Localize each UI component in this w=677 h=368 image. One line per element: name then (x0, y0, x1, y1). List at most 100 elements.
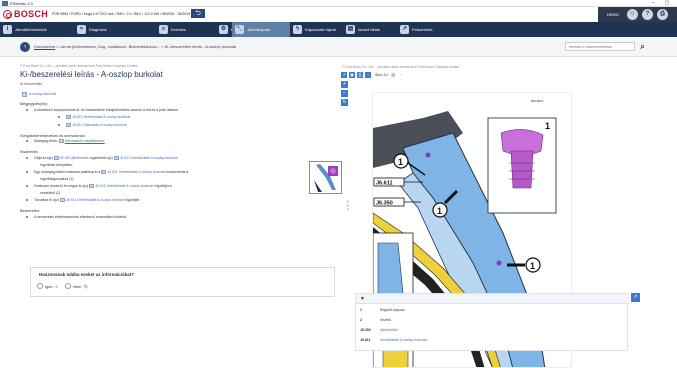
search-icon[interactable]: ⌕ (637, 41, 648, 52)
rotate-icon[interactable]: ↻ (341, 99, 348, 106)
callout-number: 1 (398, 157, 403, 167)
legend-key: J6.350 (360, 328, 371, 332)
install-text: A beszerelés értelemszerűen ellenkező so… (34, 215, 127, 219)
back-arrow-icon[interactable]: ‹ (20, 42, 30, 52)
nav-label: Felszerelés (412, 27, 433, 32)
vehicle-info: FOR 9962 / FORD / Kuga 2.0 TDCi 4x4 / 2M… (52, 12, 203, 16)
document-icon (113, 156, 119, 161)
legend-row[interactable]: J6.611 Vezetőoldali A-oszlop burkolat. (360, 338, 428, 342)
thumbs-down-icon: ☹ (83, 283, 88, 289)
note-ref[interactable]: J6.611 Vezetőoldali A-oszlop burkolat (58, 115, 130, 120)
clip-body (510, 150, 534, 189)
app-header: BOSCH FOR 9962 / FORD / Kuga 2.0 TDCi 4x… (0, 7, 677, 22)
step-item: Egy műanyag ékkel óvatosan pattintsa ki … (26, 170, 188, 175)
step-text: rögzítéseit a(z) (89, 156, 113, 160)
document-icon (66, 115, 71, 120)
step-ref[interactable]: J6.611 Vezetőoldali A-oszlop burkolat (107, 170, 165, 174)
print-icon[interactable]: ⎙ (357, 71, 363, 78)
step-ref[interactable]: J6.611 Vezetőoldali A-oszlop burkolat (66, 198, 124, 202)
expand-icon[interactable]: ↗ (631, 293, 640, 302)
nav-label: Javítóknyvek (247, 27, 271, 32)
breadcrumb-bar: ‹ Karosszéria > Lármá jelzőrendszer, Dug… (0, 37, 677, 57)
step-ref[interactable]: J6.611 Vezetőoldali A-oszlop burkolat (120, 156, 178, 160)
step-continuation: vezetőből (2). (40, 191, 62, 195)
legend-value: Ajtótömítés. (380, 328, 399, 332)
bullet-icon (26, 199, 28, 202)
tools-item: Műanyag ékek: Információk megtekintése (26, 139, 105, 144)
legend-header: ▼ (356, 294, 629, 304)
feedback-yes-label: Igen (45, 283, 53, 289)
part-label: J6.611 (376, 181, 393, 187)
info-icon: i (3, 25, 12, 34)
back-button[interactable]: ⮌ (191, 9, 205, 18)
expand-icon[interactable]: ↗ (341, 71, 347, 78)
bullet-icon (26, 140, 28, 143)
nav-repair-manuals[interactable]: 🔧 Javítóknyvek (232, 22, 290, 37)
breadcrumb-link[interactable]: Karosszéria (34, 44, 55, 49)
help-icon[interactable]: ? (642, 9, 653, 20)
document-panel: © Ford Motor Co., Ltd. -- provided under… (20, 62, 342, 368)
bullet-icon (58, 124, 60, 127)
bullet-icon (26, 157, 28, 160)
viewer-copyright: © Ford Motor Co., Ltd. -- provided under… (342, 65, 461, 69)
zoom-out-icon[interactable]: − (341, 90, 348, 97)
feedback-yes[interactable]: Igen ☺ (37, 283, 59, 289)
nav-search[interactable]: ⌕ Keresés (156, 22, 214, 37)
window-titlebar: ESItronic 2.0 – ▢ (0, 0, 677, 7)
nav-known-faults[interactable]: ▤ Ismert hibák (343, 22, 395, 37)
radio-yes[interactable] (37, 283, 43, 289)
step-ref[interactable]: J6.350 Ajtótömítés (60, 156, 89, 160)
step-text: rögzítőjét. (124, 198, 141, 202)
nav-label: Ismert hibák (358, 27, 380, 32)
legend-row[interactable]: J6.350 Ajtótömítés. (360, 328, 398, 332)
nav-equipment[interactable]: ↗ Felszerelés (397, 22, 449, 37)
component-tag[interactable]: A-oszlop burkolat (22, 91, 56, 97)
document-icon (58, 139, 64, 144)
section-subtitle: Ki-/beszerelés (20, 82, 43, 86)
fit-icon[interactable]: ▣ (349, 71, 355, 78)
user-icon[interactable]: ☺ (627, 9, 638, 20)
maximize-button[interactable]: ▢ (662, 0, 672, 7)
note-ref[interactable]: J6.612 Utasoldali A-oszlop burkolat (58, 123, 127, 128)
callout-number: 1 (437, 206, 442, 216)
section-installation: Beszerelés: (20, 209, 40, 213)
minimize-button[interactable]: – (648, 0, 658, 7)
main-navigation: i Járműinformációk ≈ Diagnózis ⌕ Keresés… (0, 22, 677, 37)
note-ref-label: J6.612 Utasoldali A-oszlop burkolat (72, 123, 127, 127)
step-text: Távolítsa el a(z) (34, 198, 59, 202)
feedback-no-label: Nem (73, 283, 82, 289)
legend-row: 2 Vezető. (360, 318, 392, 322)
tools-info-link[interactable]: Információk megtekintése (65, 139, 105, 143)
note-text: A következő komponensek ki- és beszerelé… (34, 108, 179, 112)
page-title: Ki-/beszerelési leírás - A-oszlop burkol… (20, 70, 163, 79)
search-input[interactable] (565, 42, 635, 51)
step-ref[interactable]: J6.611 Vezetőoldali A-oszlop burkolat (95, 184, 153, 188)
zoom-in-icon[interactable]: + (341, 81, 348, 88)
legend-value: Rögzítő-kapocs. (380, 308, 406, 312)
nav-diagnosis[interactable]: ≈ Diagnózis (74, 22, 154, 37)
bullet-icon (26, 171, 28, 174)
image-icon[interactable]: ▨ (390, 71, 397, 78)
note-ref-label: J6.611 Vezetőoldali A-oszlop burkolat (72, 115, 131, 119)
page-indicator: Ábra 1/1 (375, 72, 389, 77)
callout-number: 1 (530, 261, 535, 271)
nav-vehicle-info[interactable]: i Járműinformációk (0, 22, 72, 37)
nav-wiring-diagrams[interactable]: ϟ Kapcsolási rajzok (290, 22, 350, 37)
user-label: DEMO (607, 12, 619, 17)
thumbnail-image (310, 162, 341, 193)
radio-no[interactable] (65, 283, 71, 289)
component-tag-label: A-oszlop burkolat (29, 92, 57, 96)
feedback-no[interactable]: Nem ☹ (65, 283, 88, 289)
step-item: Óvatosan húzza ki és vegye ki a(z) J6.61… (26, 184, 172, 189)
illustration-thumbnail[interactable] (309, 161, 342, 194)
section-notes: Megjegyzés(ek): (20, 102, 48, 106)
collapse-icon[interactable]: ▼ (360, 296, 365, 302)
print-icon[interactable]: ⎙ (657, 9, 668, 20)
next-page-icon[interactable]: › (398, 71, 405, 78)
clip-marker (425, 152, 431, 158)
prev-page-icon[interactable]: ‹ (365, 71, 371, 78)
bullet-icon (26, 185, 28, 188)
bosch-logo-icon (3, 10, 12, 19)
step-text: Óvatosan húzza ki és vegye ki a(z) (34, 184, 89, 188)
step-item: Oldja ki a(z) J6.350 Ajtótömítés rögzíté… (26, 156, 178, 161)
